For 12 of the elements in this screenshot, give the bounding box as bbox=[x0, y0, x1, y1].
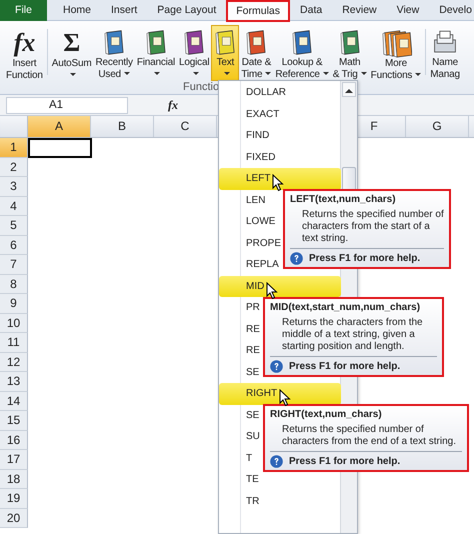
group-label: Functio bbox=[183, 81, 220, 93]
tooltip-title: RIGHT(text,num_chars) bbox=[270, 409, 383, 421]
function-icon: fx bbox=[14, 28, 36, 58]
tooltip-text: Returns the characters from the middle of a text string, given a starting position and length. bbox=[281, 317, 424, 353]
help-text: Press F1 for more help. bbox=[289, 456, 400, 468]
sum-icon: Σ bbox=[63, 28, 80, 58]
tooltip-title: LEFT(text,num_chars) bbox=[290, 194, 397, 206]
tooltip-text: Returns the specified number of characters from the start of a text string. bbox=[301, 209, 444, 245]
tooltip-text: Returns the specified number of characters from the end of a text string. bbox=[281, 424, 457, 448]
tooltip-title: MID(text,start_num,num_chars) bbox=[270, 302, 422, 314]
help-text: Press F1 for more help. bbox=[289, 360, 400, 372]
help-text: Press F1 for more help. bbox=[309, 252, 420, 264]
